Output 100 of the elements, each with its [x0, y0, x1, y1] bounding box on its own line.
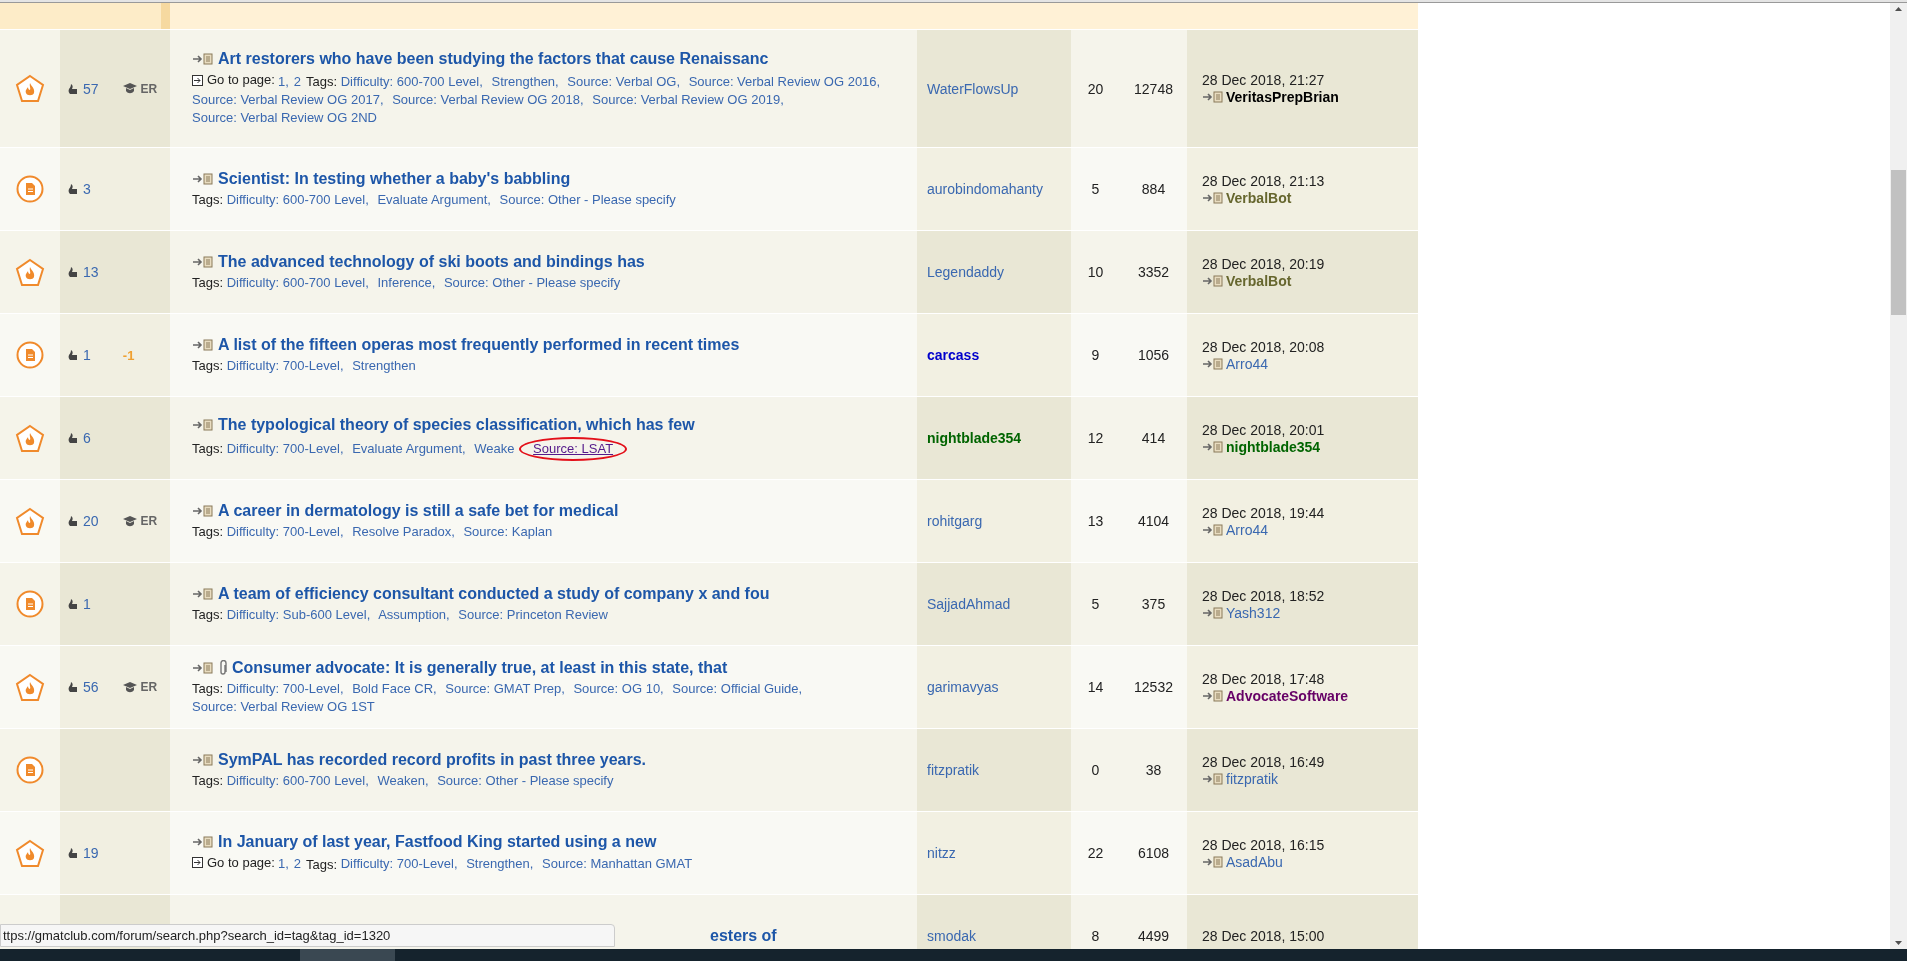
username-link[interactable]: rohitgarg: [927, 513, 983, 529]
username-link[interactable]: Legendaddy: [927, 264, 1005, 280]
tag-link[interactable]: Source: Verbal Review OG 2019,: [592, 91, 784, 107]
kudos-count[interactable]: 1: [83, 347, 91, 363]
tag-link[interactable]: Strengthen,: [466, 856, 534, 872]
go-to-page-label: Go to page:: [207, 71, 275, 90]
page-link[interactable]: 1,: [277, 73, 289, 89]
last-post-date: 28 Dec 2018, 20:19: [1202, 255, 1325, 272]
tag-link[interactable]: Source: Kaplan: [463, 523, 553, 539]
paperclip-icon: [218, 659, 228, 676]
topic-title-link[interactable]: A team of efficiency consultant conducted a study of company x and fou: [218, 584, 770, 603]
username-link[interactable]: nitzz: [927, 845, 956, 861]
arrow-document-icon: [1202, 606, 1224, 619]
topic-title-link[interactable]: Art restorers who have been studying the factors that cause Renaissanc: [218, 50, 769, 69]
topic-title-link[interactable]: A list of the fifteen operas most frequently performed in recent times: [218, 335, 740, 354]
username-link[interactable]: Yash312: [1226, 604, 1281, 621]
username-link[interactable]: smodak: [927, 928, 977, 944]
username-link[interactable]: fitzpratik: [927, 762, 980, 778]
tag-link[interactable]: Weaken,: [377, 772, 429, 788]
arrow-document-icon: [1202, 689, 1224, 702]
username-link[interactable]: aurobindomahanty: [927, 181, 1043, 197]
scrollbar[interactable]: [1890, 3, 1907, 949]
tag-link[interactable]: Source: Verbal Review OG 2016,: [688, 73, 881, 89]
tag-link[interactable]: Difficulty: 700-Level,: [226, 523, 344, 539]
username-link[interactable]: nightblade354: [1226, 438, 1321, 455]
replies-count: 12: [1087, 430, 1104, 446]
username-link[interactable]: nightblade354: [927, 430, 1022, 446]
views-count: 4499: [1137, 928, 1170, 944]
kudos-count[interactable]: 13: [83, 264, 99, 280]
arrow-document-icon: [1202, 772, 1224, 785]
username-link[interactable]: Arro44: [1226, 521, 1269, 538]
topic-title-link[interactable]: The typological theory of species classification, which has few: [218, 415, 695, 434]
topic-title-link[interactable]: In January of last year, Fastfood King started using a new: [218, 832, 657, 851]
kudos-count[interactable]: 57: [83, 80, 99, 97]
username-link[interactable]: fitzpratik: [1226, 770, 1279, 787]
replies-count: 14: [1087, 679, 1104, 695]
tag-link[interactable]: Source: Princeton Review: [458, 606, 608, 622]
tag-link[interactable]: Source: Verbal Review OG 2ND: [192, 109, 377, 125]
kudos-count[interactable]: 19: [83, 845, 99, 861]
tag-link[interactable]: Source: Verbal Review OG 2018,: [392, 91, 584, 107]
topic-title-link[interactable]: Consumer advocate: It is generally true, at least in this state, that: [232, 658, 728, 677]
tag-link[interactable]: Source: Other - Please specify: [443, 274, 621, 290]
tag-link[interactable]: Evaluate Argument,: [352, 440, 466, 456]
topic-title-link[interactable]: Scientist: In testing whether a baby's babbling: [218, 169, 571, 188]
document-circle-icon: [16, 175, 44, 203]
tag-link[interactable]: Source: Verbal Review OG 1ST: [192, 698, 375, 714]
tag-link[interactable]: Weake: [474, 440, 515, 456]
tag-link[interactable]: Difficulty: 700-Level,: [226, 680, 344, 696]
page-link[interactable]: 2: [293, 73, 302, 89]
kudos-count[interactable]: 3: [83, 181, 91, 197]
topic-title-link[interactable]: esters of: [710, 927, 777, 945]
tag-link[interactable]: Source: LSAT: [533, 440, 614, 456]
scroll-thumb[interactable]: [1891, 170, 1906, 315]
tag-link[interactable]: Source: GMAT Prep,: [445, 680, 565, 696]
tag-link[interactable]: Difficulty: 600-700 Level,: [226, 191, 369, 207]
username-link[interactable]: Arro44: [1226, 355, 1269, 372]
topic-title-link[interactable]: A career in dermatology is still a safe bet for medical: [218, 501, 619, 520]
username-link[interactable]: VerbalBot: [1226, 272, 1292, 289]
tag-link[interactable]: Difficulty: 600-700 Level,: [226, 274, 369, 290]
tag-link[interactable]: Source: Verbal OG,: [567, 73, 681, 89]
tag-link[interactable]: Strengthen,: [491, 73, 559, 89]
tag-link[interactable]: Difficulty: 600-700 Level,: [340, 73, 483, 89]
tag-link[interactable]: Difficulty: 700-Level,: [226, 440, 344, 456]
username-link[interactable]: AdvocateSoftware: [1226, 687, 1349, 704]
tag-link[interactable]: Evaluate Argument,: [377, 191, 491, 207]
tag-link[interactable]: Source: OG 10,: [573, 680, 664, 696]
tag-link[interactable]: Difficulty: 700-Level,: [340, 856, 458, 872]
arrow-document-icon: [192, 753, 214, 766]
last-post-date: 28 Dec 2018, 21:27: [1202, 72, 1325, 88]
tag-link[interactable]: Strengthen: [352, 357, 416, 373]
page-link[interactable]: 2: [293, 856, 302, 872]
tag-link[interactable]: Difficulty: Sub-600 Level,: [226, 606, 371, 622]
username-link[interactable]: carcass: [927, 347, 980, 363]
tag-link[interactable]: Difficulty: 600-700 Level,: [226, 772, 369, 788]
tag-link[interactable]: Source: Other - Please specify: [437, 772, 614, 788]
views-count: 38: [1145, 762, 1162, 778]
tag-link[interactable]: Source: Official Guide,: [672, 680, 803, 696]
username-link[interactable]: SajjadAhmad: [927, 596, 1011, 612]
tag-link[interactable]: Source: Verbal Review OG 2017,: [192, 91, 384, 107]
tag-link[interactable]: Assumption,: [378, 606, 450, 622]
tag-link[interactable]: Bold Face CR,: [352, 680, 437, 696]
kudos-count[interactable]: 56: [83, 679, 99, 695]
tag-link[interactable]: Inference,: [377, 274, 436, 290]
tag-link[interactable]: Difficulty: 700-Level,: [226, 357, 344, 373]
topic-title-link[interactable]: SymPAL has recorded record profits in past three years.: [218, 750, 646, 769]
tag-link[interactable]: Source: Manhattan GMAT: [542, 856, 693, 872]
document-circle-icon: [16, 590, 44, 618]
username-link[interactable]: VeritasPrepBrian: [1226, 89, 1339, 105]
kudos-count[interactable]: 6: [83, 430, 91, 446]
page-link[interactable]: 1,: [277, 856, 289, 872]
topic-title-link[interactable]: The advanced technology of ski boots and bindings has: [218, 252, 645, 271]
tag-link[interactable]: Resolve Paradox,: [352, 523, 455, 539]
kudos-count[interactable]: 20: [83, 513, 99, 529]
username-link[interactable]: garimavyas: [927, 679, 999, 695]
arrow-document-icon: [1202, 91, 1224, 103]
username-link[interactable]: WaterFlowsUp: [927, 80, 1019, 97]
kudos-count[interactable]: 1: [83, 596, 91, 612]
username-link[interactable]: VerbalBot: [1226, 189, 1292, 206]
tag-link[interactable]: Source: Other - Please specify: [499, 191, 676, 207]
username-link[interactable]: AsadAbu: [1226, 853, 1283, 870]
